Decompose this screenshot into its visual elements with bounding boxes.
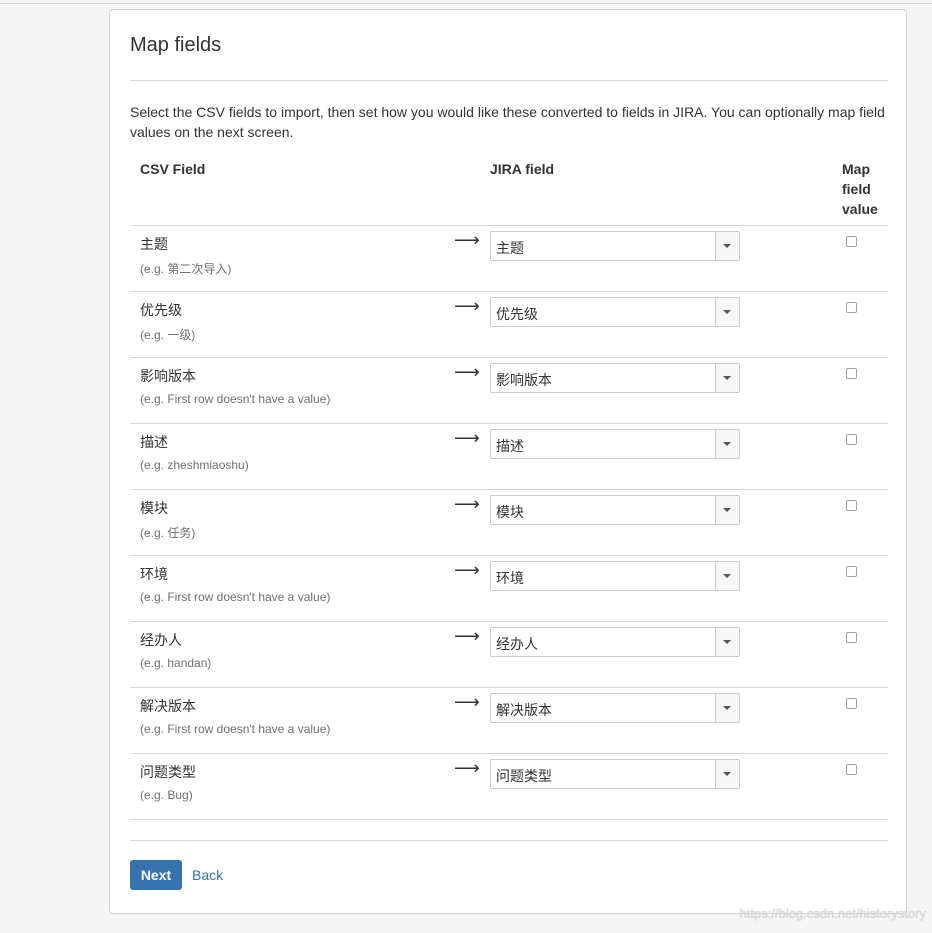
table-row: 问题类型 (e.g. Bug) ⟶ 问题类型 bbox=[130, 753, 888, 820]
caret-down-icon bbox=[723, 244, 731, 248]
table-row: 环境 (e.g. First row doesn't have a value)… bbox=[130, 555, 888, 621]
map-field-value-checkbox[interactable] bbox=[846, 368, 857, 379]
header-jira-field: JIRA field bbox=[490, 161, 555, 177]
jira-field-select-value: 影响版本 bbox=[496, 372, 552, 388]
table-row: 经办人 (e.g. handan) ⟶ 经办人 bbox=[130, 621, 888, 687]
table-row: 影响版本 (e.g. First row doesn't have a valu… bbox=[130, 357, 888, 423]
csv-field-example: (e.g. First row doesn't have a value) bbox=[140, 392, 331, 406]
map-field-value-checkbox[interactable] bbox=[846, 764, 857, 775]
map-field-value-checkbox[interactable] bbox=[846, 302, 857, 313]
table-row: 解决版本 (e.g. First row doesn't have a valu… bbox=[130, 687, 888, 753]
jira-field-select[interactable]: 模块 bbox=[490, 495, 740, 525]
field-mapping-table: 主题 (e.g. 第二次导入) ⟶ 主题 优先级 (e.g. 一级) ⟶ 优先级… bbox=[130, 225, 888, 820]
csv-field-example: (e.g. 一级) bbox=[140, 328, 196, 342]
jira-field-select-value: 经办人 bbox=[496, 636, 538, 652]
header-map-field-value: Map field value bbox=[842, 161, 878, 217]
caret-down-icon bbox=[723, 772, 731, 776]
dropdown-button[interactable] bbox=[715, 298, 739, 326]
caret-down-icon bbox=[723, 310, 731, 314]
caret-down-icon bbox=[723, 442, 731, 446]
jira-field-select-value: 模块 bbox=[496, 504, 524, 520]
jira-field-select-value: 主题 bbox=[496, 240, 524, 256]
map-field-value-checkbox[interactable] bbox=[846, 236, 857, 247]
csv-field-example: (e.g. First row doesn't have a value) bbox=[140, 590, 331, 604]
map-field-value-checkbox[interactable] bbox=[846, 698, 857, 709]
caret-down-icon bbox=[723, 508, 731, 512]
csv-field-example: (e.g. 第二次导入) bbox=[140, 262, 232, 276]
jira-field-select[interactable]: 环境 bbox=[490, 561, 740, 591]
jira-field-select[interactable]: 经办人 bbox=[490, 627, 740, 657]
arrow-right-icon: ⟶ bbox=[454, 692, 480, 712]
jira-field-select-value: 环境 bbox=[496, 570, 524, 586]
arrow-right-icon: ⟶ bbox=[454, 362, 480, 382]
jira-field-select[interactable]: 影响版本 bbox=[490, 363, 740, 393]
csv-field-example: (e.g. Bug) bbox=[140, 788, 193, 802]
map-field-value-checkbox[interactable] bbox=[846, 500, 857, 511]
csv-field-example: (e.g. handan) bbox=[140, 656, 212, 670]
csv-field-name: 问题类型 bbox=[140, 764, 196, 780]
caret-down-icon bbox=[723, 376, 731, 380]
arrow-right-icon: ⟶ bbox=[454, 626, 480, 646]
jira-field-select[interactable]: 解决版本 bbox=[490, 693, 740, 723]
dropdown-button[interactable] bbox=[715, 628, 739, 656]
csv-field-name: 优先级 bbox=[140, 302, 182, 318]
jira-field-select[interactable]: 主题 bbox=[490, 231, 740, 261]
csv-field-example: (e.g. zheshmiaoshu) bbox=[140, 458, 249, 472]
csv-field-name: 模块 bbox=[140, 500, 168, 516]
csv-field-name: 环境 bbox=[140, 566, 168, 582]
back-link[interactable]: Back bbox=[192, 867, 223, 883]
dropdown-button[interactable] bbox=[715, 562, 739, 590]
header-csv-field: CSV Field bbox=[140, 161, 206, 177]
table-row: 描述 (e.g. zheshmiaoshu) ⟶ 描述 bbox=[130, 423, 888, 489]
csv-field-name: 解决版本 bbox=[140, 698, 196, 714]
jira-field-select-value: 优先级 bbox=[496, 306, 538, 322]
jira-field-select[interactable]: 问题类型 bbox=[490, 759, 740, 789]
csv-field-name: 主题 bbox=[140, 236, 168, 252]
arrow-right-icon: ⟶ bbox=[454, 230, 480, 250]
dropdown-button[interactable] bbox=[715, 496, 739, 524]
watermark: https://blog.csdn.net/historystory bbox=[739, 906, 926, 921]
dropdown-button[interactable] bbox=[715, 694, 739, 722]
map-field-value-checkbox[interactable] bbox=[846, 434, 857, 445]
footer-divider bbox=[130, 840, 888, 841]
map-field-value-checkbox[interactable] bbox=[846, 632, 857, 643]
arrow-right-icon: ⟶ bbox=[454, 560, 480, 580]
csv-field-name: 经办人 bbox=[140, 632, 182, 648]
arrow-right-icon: ⟶ bbox=[454, 758, 480, 778]
table-row: 主题 (e.g. 第二次导入) ⟶ 主题 bbox=[130, 225, 888, 291]
title-divider bbox=[130, 80, 888, 81]
page-description: Select the CSV fields to import, then se… bbox=[130, 104, 885, 140]
csv-field-name: 影响版本 bbox=[140, 368, 196, 384]
dropdown-button[interactable] bbox=[715, 760, 739, 788]
table-row: 优先级 (e.g. 一级) ⟶ 优先级 bbox=[130, 291, 888, 357]
jira-field-select[interactable]: 描述 bbox=[490, 429, 740, 459]
map-field-value-checkbox[interactable] bbox=[846, 566, 857, 577]
dropdown-button[interactable] bbox=[715, 364, 739, 392]
dropdown-button[interactable] bbox=[715, 232, 739, 260]
arrow-right-icon: ⟶ bbox=[454, 494, 480, 514]
next-button[interactable]: Next bbox=[130, 860, 182, 890]
jira-field-select[interactable]: 优先级 bbox=[490, 297, 740, 327]
jira-field-select-value: 解决版本 bbox=[496, 702, 552, 718]
page-title: Map fields bbox=[130, 34, 222, 56]
jira-field-select-value: 问题类型 bbox=[496, 768, 552, 784]
dropdown-button[interactable] bbox=[715, 430, 739, 458]
jira-field-select-value: 描述 bbox=[496, 438, 524, 454]
csv-field-example: (e.g. 任务) bbox=[140, 526, 196, 540]
map-fields-panel: Map fields Select the CSV fields to impo… bbox=[109, 9, 907, 914]
table-row: 模块 (e.g. 任务) ⟶ 模块 bbox=[130, 489, 888, 555]
csv-field-name: 描述 bbox=[140, 434, 168, 450]
caret-down-icon bbox=[723, 574, 731, 578]
arrow-right-icon: ⟶ bbox=[454, 428, 480, 448]
top-divider bbox=[0, 3, 932, 4]
caret-down-icon bbox=[723, 706, 731, 710]
csv-field-example: (e.g. First row doesn't have a value) bbox=[140, 722, 331, 736]
arrow-right-icon: ⟶ bbox=[454, 296, 480, 316]
caret-down-icon bbox=[723, 640, 731, 644]
